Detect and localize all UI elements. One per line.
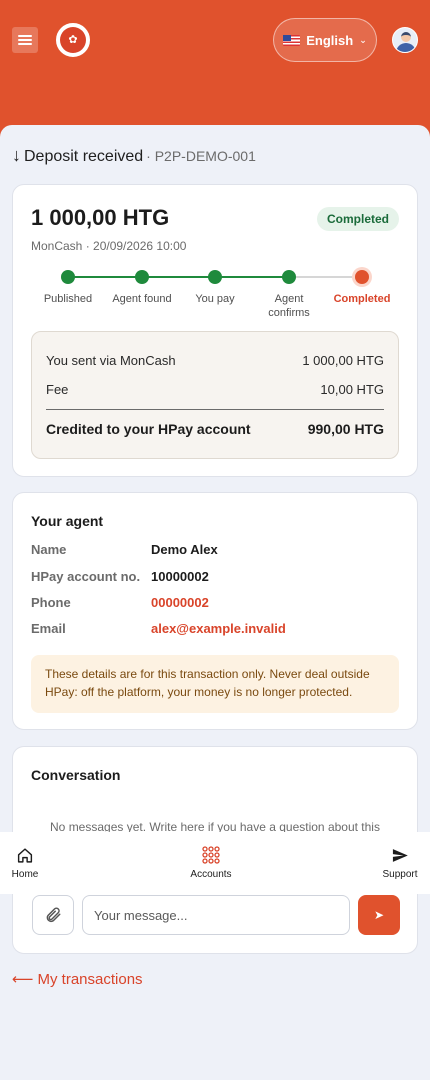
back-link-label: My transactions <box>37 970 143 988</box>
tab-accounts-label: Accounts <box>190 869 232 880</box>
agent-account-row: HPay account no. 10000002 <box>31 569 399 587</box>
send-button[interactable]: ➤ <box>358 895 400 935</box>
app-header: ✿ English ⌄ <box>0 0 430 140</box>
agent-heading: Your agent <box>31 513 104 529</box>
agent-phone-row: Phone 00000002 <box>31 595 399 613</box>
summary-sent-label: You sent via MonCash <box>46 353 176 368</box>
tab-support[interactable]: Support <box>378 832 422 894</box>
transaction-reference: · P2P-DEMO-001 <box>146 148 256 164</box>
agent-phone-link[interactable]: 00000002 <box>151 595 209 610</box>
page-title-text: Deposit received <box>24 148 144 165</box>
safety-notice: These details are for this transaction o… <box>31 655 399 713</box>
transaction-card: 1 000,00 HTG Completed MonCash · 20/09/2… <box>12 184 418 477</box>
agent-account: 10000002 <box>151 569 209 584</box>
arrow-left-icon: ⟵ <box>12 971 34 988</box>
user-avatar[interactable] <box>392 27 418 53</box>
summary-fee-label: Fee <box>46 382 69 397</box>
tab-support-label: Support <box>382 868 418 880</box>
agent-email-row: Email alex@example.invalid <box>31 621 399 639</box>
agent-email-link[interactable]: alex@example.invalid <box>151 621 286 636</box>
progress-stepper: Published Agent found You pay Agent conf… <box>13 265 419 325</box>
step-dot-current <box>355 270 369 284</box>
message-input[interactable] <box>82 895 350 935</box>
step-label-current: Completed <box>333 293 391 305</box>
summary-credited-row: Credited to your HPay account 990,00 HTG <box>46 421 384 437</box>
summary-fee-value: 10,00 HTG <box>320 382 384 397</box>
step-label: Agent confirms <box>268 293 310 319</box>
arrow-down-icon: ↓ <box>12 145 21 165</box>
summary-fee-row: Fee 10,00 HTG <box>46 382 384 397</box>
grid-icon <box>202 846 220 864</box>
bottom-tab-bar: Home Accounts Support <box>0 832 430 894</box>
home-icon <box>17 847 33 863</box>
back-to-transactions-link[interactable]: ⟵ My transactions <box>12 970 143 989</box>
step-dot <box>282 270 296 284</box>
step-dot <box>135 270 149 284</box>
agent-phone-label: Phone <box>31 595 71 610</box>
stepper-line-done <box>68 276 289 278</box>
send-icon: ➤ <box>373 908 385 922</box>
send-plane-icon <box>392 848 408 862</box>
logo-icon: ✿ <box>60 27 86 53</box>
tab-home[interactable]: Home <box>0 832 50 894</box>
tab-accounts[interactable]: Accounts <box>180 832 242 894</box>
step-dot <box>208 270 222 284</box>
summary-credited-value: 990,00 HTG <box>307 421 384 437</box>
tab-home-label: Home <box>11 868 39 880</box>
page-title: ↓ Deposit received · P2P-DEMO-001 <box>12 145 256 166</box>
transaction-method-date: MonCash · 20/09/2026 10:00 <box>31 239 187 253</box>
summary-divider <box>46 409 384 410</box>
hamburger-menu-icon[interactable] <box>12 27 38 53</box>
step-label: You pay <box>195 293 235 305</box>
language-label: English <box>306 32 354 48</box>
paperclip-icon <box>46 907 61 923</box>
flag-us-icon <box>283 34 301 46</box>
transaction-amount: 1 000,00 HTG <box>31 205 170 230</box>
summary-credited-label: Credited to your HPay account <box>46 421 251 437</box>
payment-summary: You sent via MonCash 1 000,00 HTG Fee 10… <box>31 331 399 459</box>
attach-button[interactable] <box>32 895 74 935</box>
step-label: Published <box>43 293 93 305</box>
conversation-heading: Conversation <box>31 767 121 783</box>
stepper-line-pending <box>289 276 362 278</box>
agent-email-label: Email <box>31 621 66 636</box>
status-badge: Completed <box>316 207 399 231</box>
step-label: Agent found <box>112 293 172 305</box>
agent-name: Demo Alex <box>151 542 218 557</box>
chevron-down-icon: ⌄ <box>359 34 367 45</box>
summary-sent-row: You sent via MonCash 1 000,00 HTG <box>46 353 384 368</box>
message-composer: ➤ <box>12 892 418 954</box>
agent-name-row: Name Demo Alex <box>31 542 399 560</box>
app-logo[interactable]: ✿ <box>56 23 90 57</box>
summary-sent-value: 1 000,00 HTG <box>302 353 384 368</box>
agent-account-label: HPay account no. <box>31 569 141 584</box>
language-selector[interactable]: English ⌄ <box>273 18 377 62</box>
agent-card: Your agent Name Demo Alex HPay account n… <box>12 492 418 730</box>
step-dot <box>61 270 75 284</box>
agent-name-label: Name <box>31 542 67 557</box>
